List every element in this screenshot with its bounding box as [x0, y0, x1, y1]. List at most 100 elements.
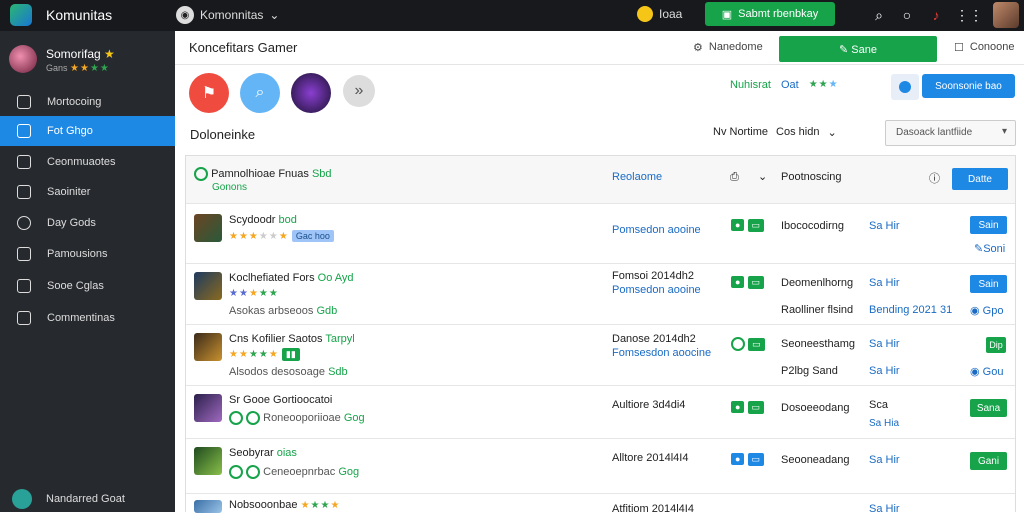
- workspace-icon: ◉: [176, 6, 194, 24]
- square-icon: ▣: [721, 8, 733, 21]
- chevron-down-icon: ⌄: [269, 8, 280, 22]
- game-thumbnail: [194, 447, 222, 475]
- chevron-down-icon[interactable]: ⌄: [758, 170, 767, 183]
- rating-stars: ★★★★★★: [229, 231, 289, 242]
- game-thumbnail: [194, 394, 222, 422]
- check-circle-icon: [229, 465, 243, 479]
- table-row[interactable]: Scydoodr bod ★★★★★★ Gac hoo Pomsedon aoo…: [186, 204, 1015, 264]
- profile-card[interactable]: Somorifag ★ Gans ★★★★: [9, 45, 169, 77]
- caret-down-icon: ▾: [1001, 126, 1007, 137]
- sidebar-item-4[interactable]: Day Gods: [0, 208, 175, 238]
- header-link-a[interactable]: ⚙ Nanedome: [693, 41, 763, 54]
- sidebar-item-6[interactable]: Sooe Cglas: [0, 271, 175, 301]
- game-thumbnail: [194, 333, 222, 361]
- home-icon: [17, 124, 31, 138]
- chevron-down-icon: ⌄: [827, 127, 837, 139]
- row-action-button[interactable]: Dip: [986, 337, 1006, 353]
- top-action-button[interactable]: ▣ Sabmt rbenbkay: [705, 2, 835, 26]
- grid-icon[interactable]: ⋮⋮: [955, 5, 983, 25]
- page-header: Koncefitars Gamer ⚙ Nanedome ✎ Sane ☐ Cono…: [175, 31, 1024, 65]
- rating-stars: ★★★★★: [229, 288, 279, 299]
- search-icon[interactable]: ⌕: [869, 5, 889, 25]
- share-icon: [17, 247, 31, 261]
- save-button[interactable]: ✎ Sane: [779, 36, 937, 62]
- row-action-button[interactable]: Sain: [970, 216, 1007, 234]
- rating-filter[interactable]: Nuhisrat Oat ★★★: [730, 79, 839, 91]
- status-badge: ●: [731, 219, 745, 231]
- game-thumbnail: [194, 272, 222, 300]
- sort-control[interactable]: Nv Nortime Cos hidn ⌄: [713, 126, 837, 139]
- settings-icon: [17, 95, 31, 109]
- check-circle-icon: [731, 337, 745, 351]
- galaxy-thumb-icon[interactable]: [291, 73, 331, 113]
- next-circle-icon[interactable]: »: [343, 75, 375, 107]
- star-icon: ★: [104, 47, 115, 61]
- puzzle-icon: [17, 311, 31, 325]
- data-table: Pamnolhioae Fnuas Sbd Gonons Reolaome ⎙ …: [185, 155, 1016, 515]
- workspace-label: Komonnitas: [200, 8, 264, 22]
- table-header-row: Pamnolhioae Fnuas Sbd Gonons Reolaome ⎙ …: [186, 156, 1015, 204]
- status-badge: ●: [731, 453, 745, 465]
- page-title: Koncefitars Gamer: [189, 40, 298, 55]
- bell-icon[interactable]: ♪: [926, 5, 946, 25]
- game-thumbnail: [194, 500, 222, 513]
- flag-circle-icon[interactable]: ⚑: [189, 73, 229, 113]
- edit-icon: ✎: [974, 243, 984, 255]
- app-title: Komunitas: [46, 7, 113, 23]
- chat-icon: [17, 185, 31, 199]
- sidebar: Somorifag ★ Gans ★★★★ Mortocoing Fot Ghg…: [0, 31, 175, 512]
- sidebar-item-1[interactable]: Fot Ghgo: [0, 116, 175, 146]
- coin-icon: [637, 6, 653, 22]
- sidebar-item-7[interactable]: Commentinas: [0, 303, 175, 333]
- app-logo-icon: [10, 4, 32, 26]
- rating-stars: ★★★★: [70, 63, 110, 74]
- row-action-button[interactable]: Gani: [970, 452, 1007, 470]
- row-action-button[interactable]: Sana: [970, 399, 1007, 417]
- pencil-icon: ✎: [839, 43, 852, 56]
- dot-icon: [899, 81, 911, 93]
- user-avatar[interactable]: [993, 2, 1019, 28]
- table-action-button[interactable]: Datte: [952, 168, 1008, 190]
- section-title: Doloneinke: [190, 127, 256, 142]
- profile-avatar: [9, 45, 37, 73]
- sidebar-item-2[interactable]: Ceonmuaotes: [0, 147, 175, 177]
- search-alt-icon[interactable]: ○: [897, 5, 917, 25]
- game-icon: [194, 167, 208, 181]
- printer-icon[interactable]: ⎙: [730, 171, 739, 184]
- table-row[interactable]: Cns Kofilier Saotos Tarpyl ★★★★★ ▮▮ Also…: [186, 325, 1015, 386]
- coin-icon: ◉: [970, 366, 980, 378]
- coin-label: Ioaa: [659, 7, 683, 21]
- top-action-label: Sabmt rbenbkay: [738, 8, 819, 20]
- filter-action-button[interactable]: Soonsonie bao: [922, 74, 1015, 98]
- sidebar-footer[interactable]: Nandarred Goat: [12, 489, 125, 509]
- select-dropdown[interactable]: Dasoack lantfiide ▾: [885, 120, 1016, 146]
- search-circle-icon[interactable]: ⌕: [240, 73, 280, 113]
- profile-name: Somorifag ★: [46, 47, 115, 61]
- checkbox-icon: ☐: [954, 42, 964, 54]
- profile-sub: Gans ★★★★: [46, 63, 110, 74]
- sidebar-item-0[interactable]: Mortocoing: [0, 87, 175, 117]
- check-circle-icon: [229, 411, 243, 425]
- table-row[interactable]: Nobsooonbae ★★★★ Atfitiom 2014l4I4 Sa Hi…: [186, 494, 1015, 515]
- workspace-switcher[interactable]: ◉ Komonnitas ⌄: [176, 4, 279, 26]
- document-icon: [17, 279, 31, 293]
- table-row[interactable]: Seobyrar oias Ceneoepnrbac Gog Alltore 2…: [186, 439, 1015, 494]
- coin-icon: ◉: [970, 305, 980, 317]
- coin-balance[interactable]: Ioaa: [637, 6, 682, 22]
- table-row[interactable]: Koclhefiated Fors Oo Ayd ★★★★★ Asokas ar…: [186, 264, 1015, 325]
- info-icon[interactable]: ⓘ: [929, 170, 940, 186]
- table-row[interactable]: Sr Gooe Gortioocatoi Roneooporiioae Gog …: [186, 386, 1015, 439]
- main-panel: Koncefitars Gamer ⚙ Nanedome ✎ Sane ☐ Cono…: [175, 31, 1024, 515]
- monitor-icon: [17, 155, 31, 169]
- sidebar-item-5[interactable]: Pamousions: [0, 239, 175, 269]
- sidebar-item-3[interactable]: Saoiniter: [0, 177, 175, 207]
- globe-icon: [17, 216, 31, 230]
- status-badge: ●: [731, 401, 745, 413]
- row-action-button[interactable]: Sain: [970, 275, 1007, 293]
- toggle-button[interactable]: [891, 74, 919, 100]
- status-badge: ●: [731, 276, 745, 288]
- header-link-b[interactable]: ☐ Conoone: [954, 41, 1015, 54]
- footer-avatar-icon: [12, 489, 32, 509]
- top-bar: Komunitas ◉ Komonnitas ⌄ Ioaa ▣ Sabmt rb…: [0, 0, 1024, 31]
- game-thumbnail: [194, 214, 222, 242]
